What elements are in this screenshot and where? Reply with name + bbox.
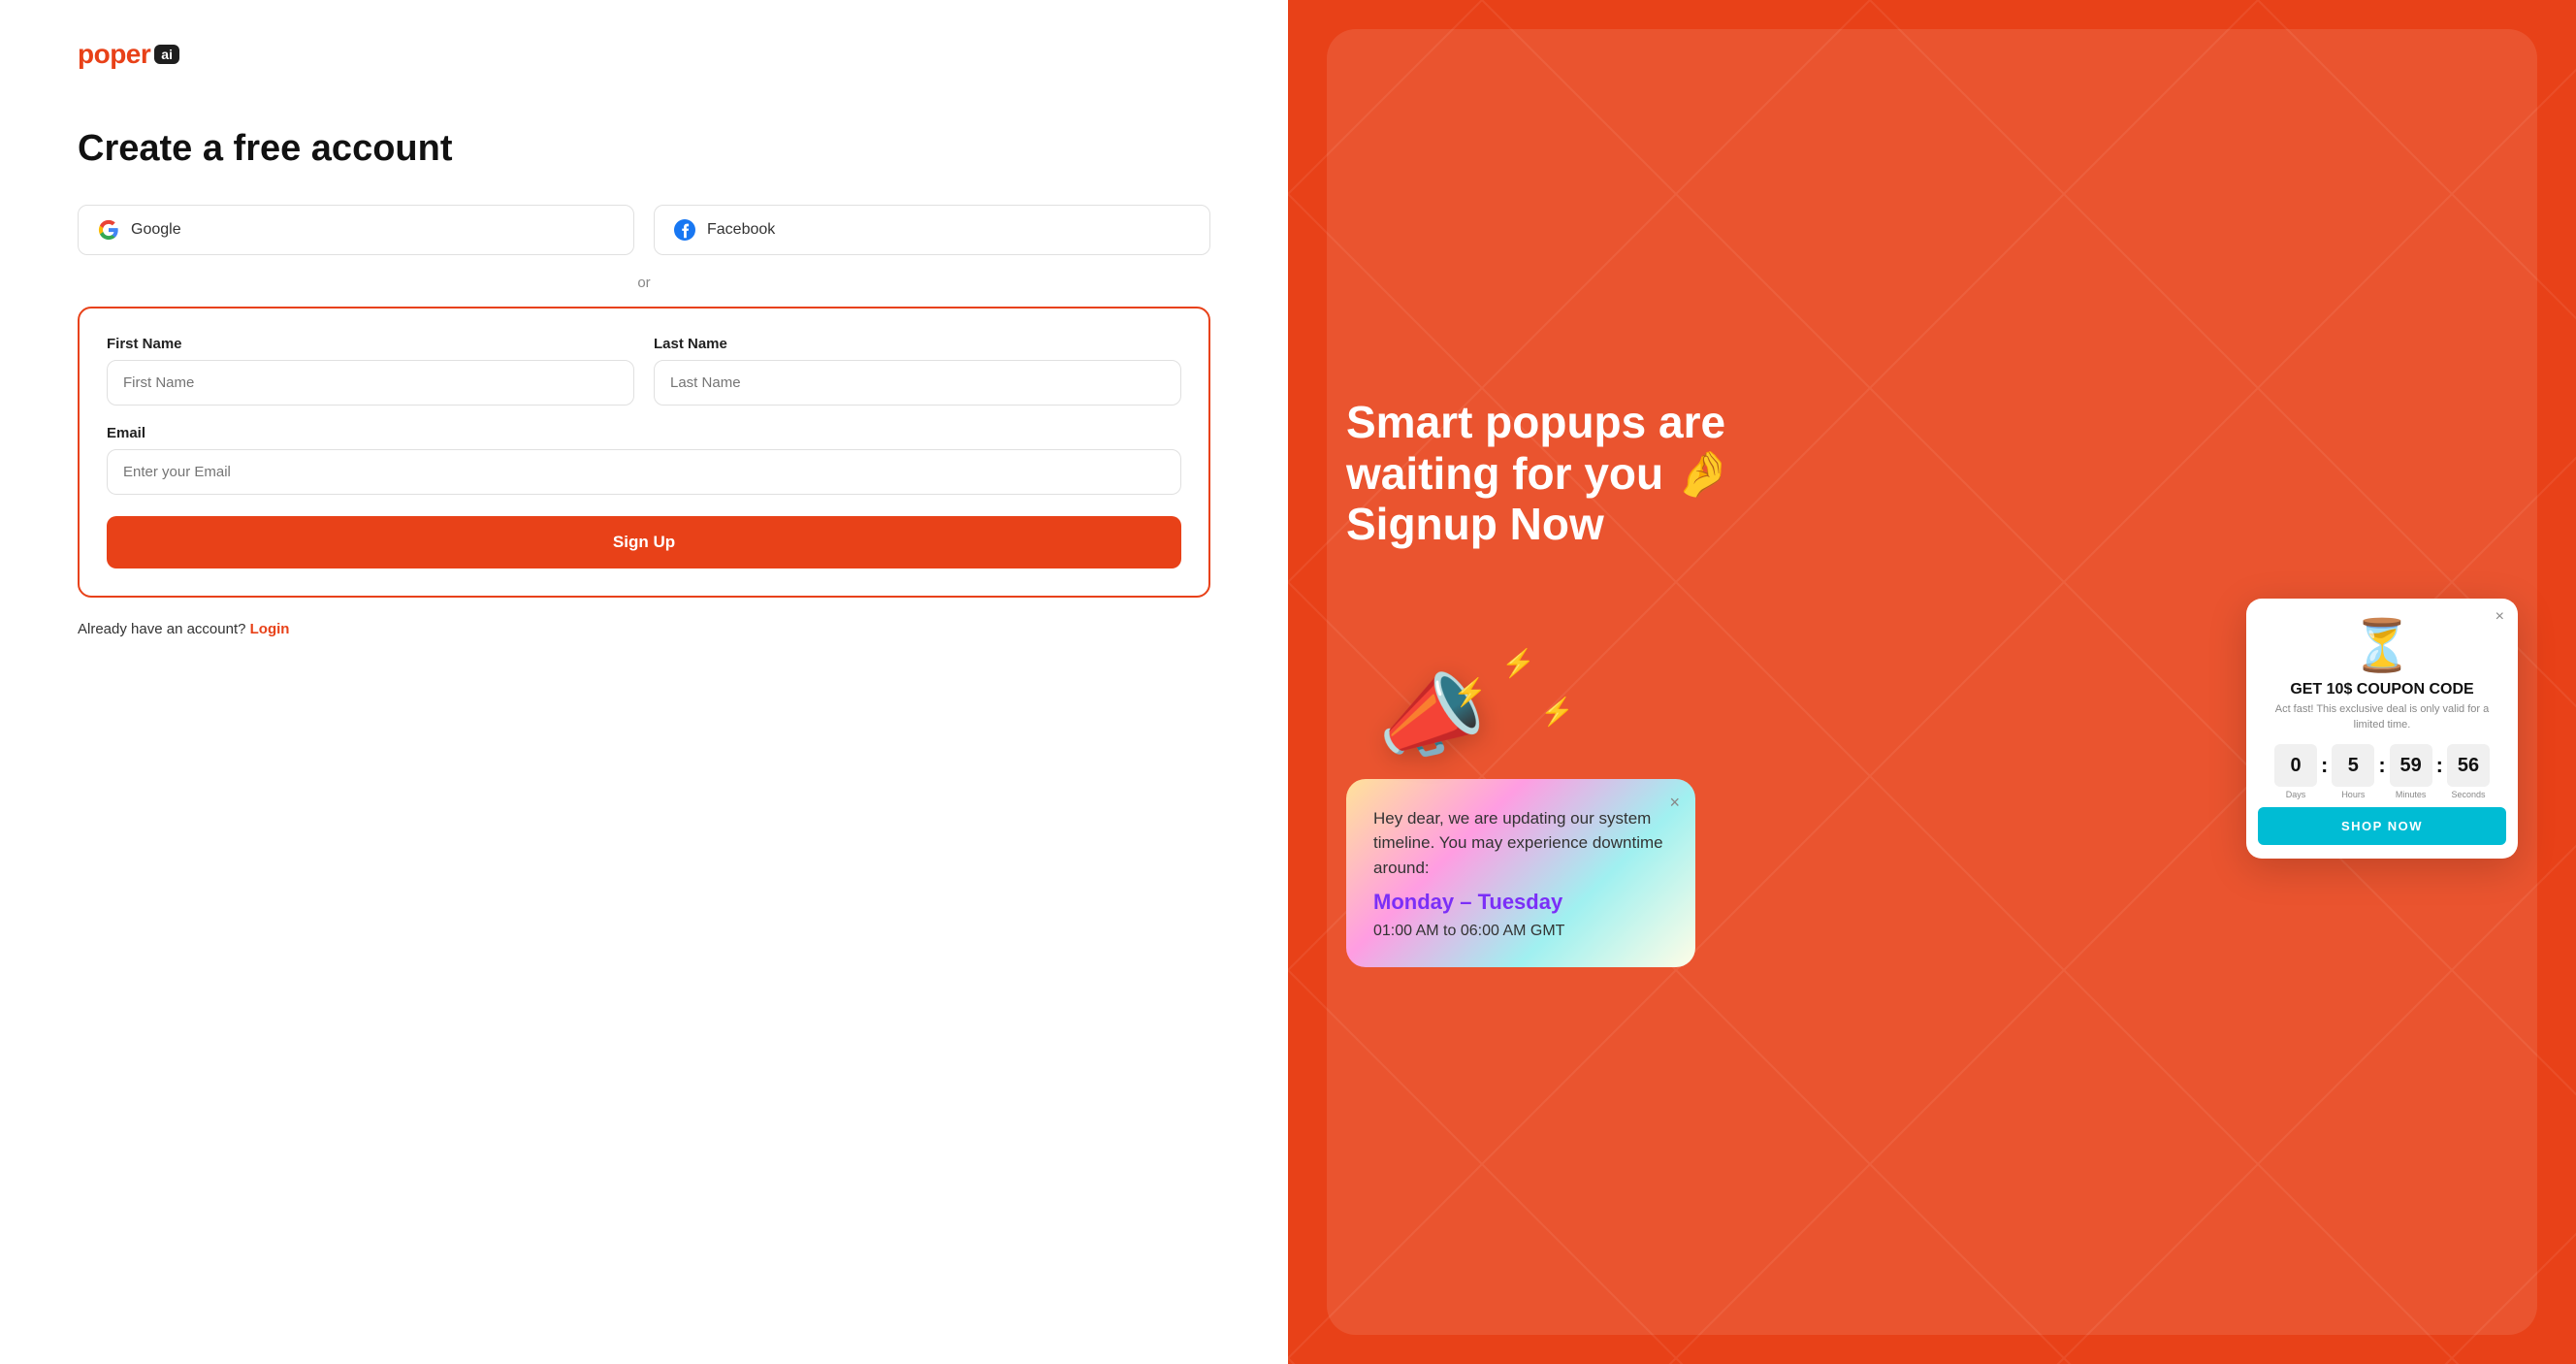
email-input[interactable] (107, 449, 1181, 495)
countdown-minutes: 59 Minutes (2390, 744, 2432, 799)
seconds-label: Seconds (2451, 790, 2485, 799)
colon-2: : (2378, 753, 2385, 778)
last-name-input[interactable] (654, 360, 1181, 406)
last-name-group: Last Name (654, 336, 1181, 406)
coupon-title: GET 10$ COUPON CODE (2246, 681, 2518, 698)
first-name-label: First Name (107, 336, 634, 352)
countdown-row: 0 Days : 5 Hours : 59 Minutes : (2246, 744, 2518, 799)
right-panel: Smart popups arewaiting for you 🤌Signup … (1288, 0, 2576, 1364)
seconds-value: 56 (2447, 744, 2490, 787)
shop-now-button[interactable]: SHOP NOW (2258, 807, 2506, 845)
popup-area: 📣 ⚡ ⚡ ⚡ × Hey dear, we are updating our … (1346, 599, 2518, 967)
google-button[interactable]: Google (78, 205, 634, 255)
right-content: Smart popups arewaiting for you 🤌Signup … (1346, 397, 2518, 968)
minutes-label: Minutes (2396, 790, 2427, 799)
logo-brand: poper (78, 39, 150, 70)
first-name-group: First Name (107, 336, 634, 406)
hours-label: Hours (2341, 790, 2365, 799)
colon-1: : (2321, 753, 2328, 778)
last-name-label: Last Name (654, 336, 1181, 352)
notif-body-text: Hey dear, we are updating our system tim… (1373, 806, 1668, 881)
email-group: Email (107, 425, 1181, 495)
email-label: Email (107, 425, 1181, 441)
facebook-label: Facebook (707, 221, 775, 239)
notif-highlight-text: Monday – Tuesday (1373, 890, 1668, 915)
page-title: Create a free account (78, 128, 1210, 170)
countdown-seconds: 56 Seconds (2447, 744, 2490, 799)
lightning-icon-3: ⚡ (1540, 696, 1574, 728)
left-panel: poper ai Create a free account Google Fa… (0, 0, 1288, 1364)
countdown-days: 0 Days (2274, 744, 2317, 799)
notif-time-text: 01:00 AM to 06:00 AM GMT (1373, 923, 1668, 940)
coupon-card: × ⏳ GET 10$ COUPON CODE Act fast! This e… (2246, 599, 2518, 859)
facebook-button[interactable]: Facebook (654, 205, 1210, 255)
coupon-close-button[interactable]: × (2496, 608, 2504, 626)
logo-ai-badge: ai (154, 45, 179, 64)
notification-card: × Hey dear, we are updating our system t… (1346, 779, 1695, 968)
google-icon (98, 219, 119, 241)
coupon-subtitle: Act fast! This exclusive deal is only va… (2246, 702, 2518, 732)
google-label: Google (131, 221, 181, 239)
signup-form-box: First Name Last Name Email Sign Up (78, 307, 1210, 598)
hourglass-icon: ⏳ (2246, 599, 2518, 681)
social-buttons: Google Facebook (78, 205, 1210, 255)
days-value: 0 (2274, 744, 2317, 787)
days-label: Days (2286, 790, 2306, 799)
signup-button[interactable]: Sign Up (107, 516, 1181, 568)
facebook-icon (674, 219, 695, 241)
minutes-value: 59 (2390, 744, 2432, 787)
login-prompt: Already have an account? Login (78, 621, 1210, 637)
countdown-hours: 5 Hours (2332, 744, 2374, 799)
lightning-icon-1: ⚡ (1453, 676, 1487, 708)
promo-title: Smart popups arewaiting for you 🤌Signup … (1346, 397, 2518, 551)
or-divider: or (78, 275, 1210, 291)
colon-3: : (2436, 753, 2443, 778)
first-name-input[interactable] (107, 360, 634, 406)
notif-close-button[interactable]: × (1669, 793, 1680, 813)
name-row: First Name Last Name (107, 336, 1181, 406)
lightning-icon-2: ⚡ (1501, 647, 1535, 679)
login-link[interactable]: Login (250, 621, 290, 637)
hours-value: 5 (2332, 744, 2374, 787)
logo-area: poper ai (78, 39, 1210, 70)
